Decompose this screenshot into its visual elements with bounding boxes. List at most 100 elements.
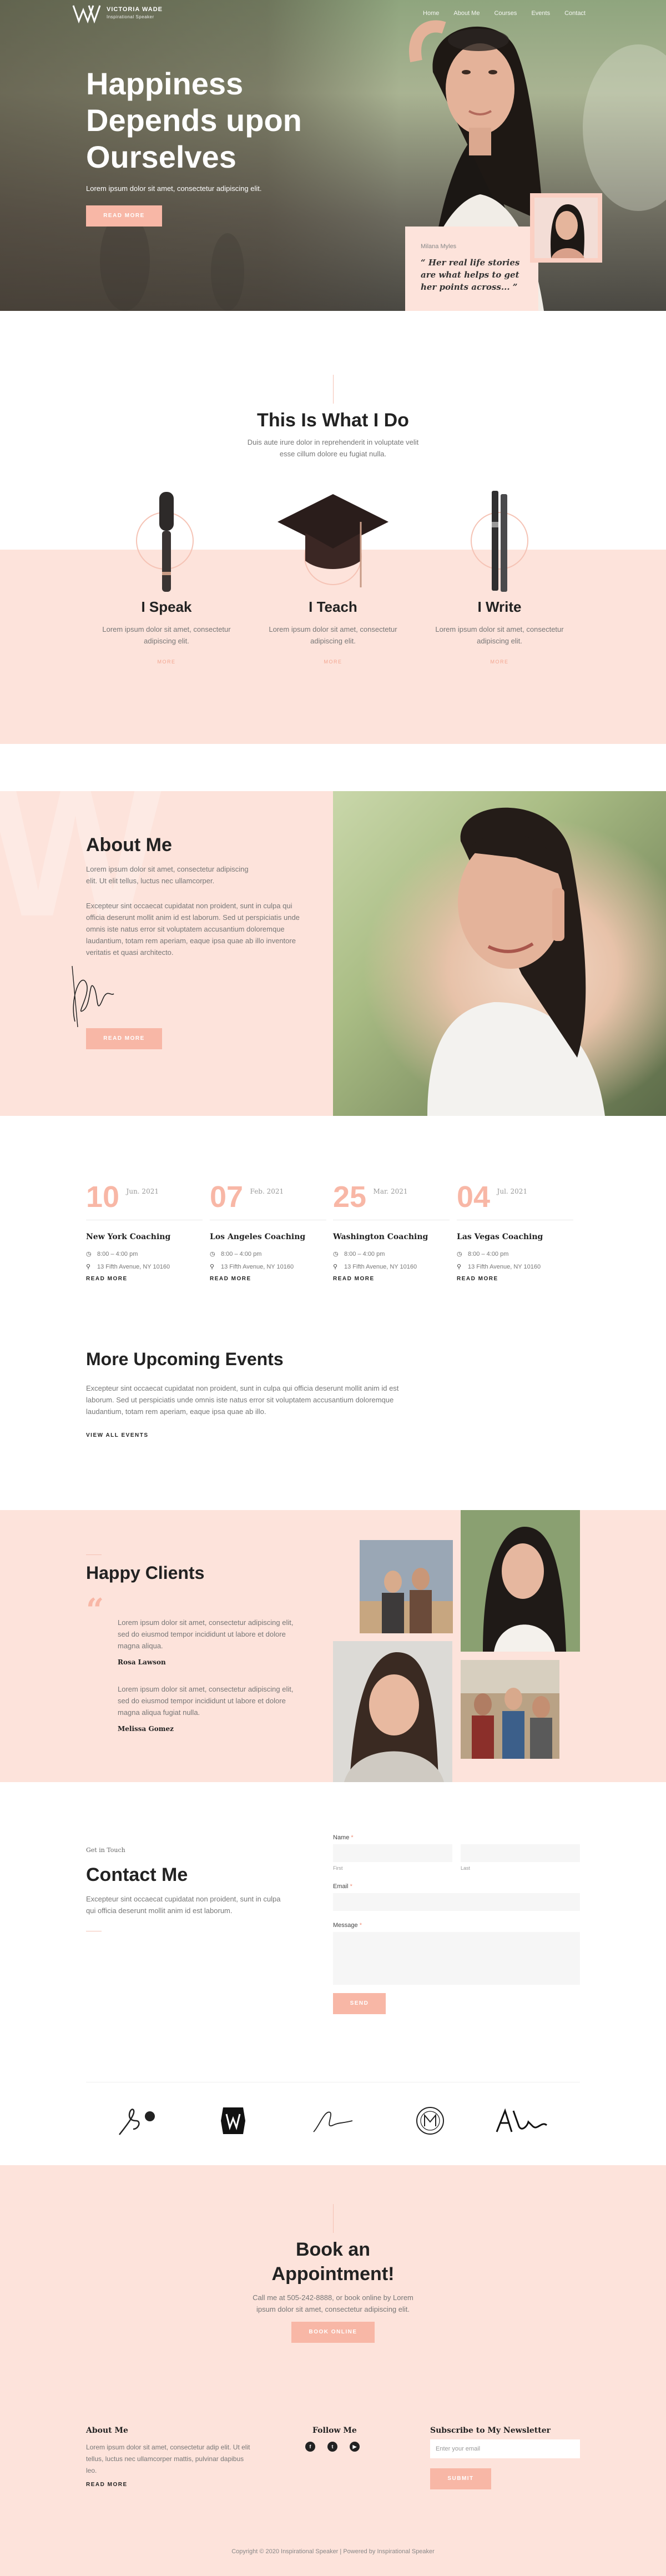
first-name-field[interactable] xyxy=(333,1844,452,1862)
message-label: Message * xyxy=(333,1922,362,1929)
events-section: 10 Jun. 2021 New York Coaching ◷ 8:00 – 4… xyxy=(0,1116,666,1510)
event-time: ◷ 8:00 – 4:00 pm xyxy=(457,1250,573,1257)
footer-read-more-link[interactable]: READ MORE xyxy=(86,2482,128,2488)
event-read-more-link[interactable]: READ MORE xyxy=(86,1276,203,1282)
facebook-icon[interactable]: f xyxy=(305,2442,315,2452)
event-card: 04 Jul. 2021 Las Vegas Coaching ◷ 8:00 – … xyxy=(457,1180,573,1282)
service-write: I Write Lorem ipsum dolor sit amet, cons… xyxy=(433,489,566,665)
nav-item-about[interactable]: About Me xyxy=(453,10,480,17)
partner-logo xyxy=(496,2108,547,2132)
location-pin-icon: ⚲ xyxy=(86,1264,91,1270)
service-speak-more-link[interactable]: MORE xyxy=(100,659,233,665)
event-address: ⚲ 13 Fifth Avenue, NY 10160 xyxy=(333,1263,450,1270)
event-time: ◷ 8:00 – 4:00 pm xyxy=(333,1250,450,1257)
logo-mark-icon xyxy=(72,5,101,23)
booking-text: Call me at 505-242-8888, or book online … xyxy=(253,2293,413,2313)
divider xyxy=(86,1554,102,1555)
about-body: Excepteur sint occaecat cupidatat non pr… xyxy=(86,902,300,957)
event-read-more-link[interactable]: READ MORE xyxy=(457,1276,573,1282)
name-label-text: Name xyxy=(333,1834,350,1841)
brand-name: VICTORIA WADE xyxy=(107,6,163,13)
twitter-icon[interactable]: t xyxy=(327,2442,337,2452)
logos-section xyxy=(0,2082,666,2165)
microphone-icon xyxy=(100,489,233,594)
nav-item-events[interactable]: Events xyxy=(531,10,550,17)
message-label-text: Message xyxy=(333,1922,358,1929)
brand-tagline: Inspirational Speaker xyxy=(107,14,154,19)
location-pin-icon: ⚲ xyxy=(210,1264,215,1270)
hero-title: Happiness Depends upon Ourselves xyxy=(86,66,302,174)
event-card: 07 Feb. 2021 Los Angeles Coaching ◷ 8:00 … xyxy=(210,1180,326,1282)
event-title[interactable]: Los Angeles Coaching xyxy=(210,1232,326,1241)
newsletter-email-input[interactable]: Enter your email xyxy=(430,2439,580,2458)
brand-text: VICTORIA WADE Inspirational Speaker xyxy=(107,6,163,21)
testimonial-author: Melissa Gomez xyxy=(118,1725,174,1733)
testimonial-text: Lorem ipsum dolor sit amet, consectetur … xyxy=(118,1618,294,1650)
event-address-text: 13 Fifth Avenue, NY 10160 xyxy=(468,1264,541,1270)
service-teach: I Teach Lorem ipsum dolor sit amet, cons… xyxy=(266,489,400,665)
event-time-text: 8:00 – 4:00 pm xyxy=(221,1251,262,1257)
event-read-more-link[interactable]: READ MORE xyxy=(333,1276,450,1282)
service-teach-title: I Teach xyxy=(309,598,357,615)
partner-logo xyxy=(119,2109,155,2135)
partner-logo xyxy=(313,2111,353,2132)
about-section: W About Me Lorem ipsum dolor sit amet, c… xyxy=(0,761,666,1116)
site-logo[interactable]: VICTORIA WADE Inspirational Speaker xyxy=(72,3,163,23)
event-address: ⚲ 13 Fifth Avenue, NY 10160 xyxy=(210,1263,326,1270)
clock-icon: ◷ xyxy=(333,1251,339,1257)
client-photo xyxy=(360,1540,453,1633)
location-pin-icon: ⚲ xyxy=(333,1264,338,1270)
email-field[interactable] xyxy=(333,1893,580,1911)
partner-logo xyxy=(221,2107,245,2134)
avatar xyxy=(534,198,598,258)
footer-about-title: About Me xyxy=(86,2426,128,2435)
hero-read-more-button[interactable]: READ MORE xyxy=(86,205,162,227)
hero-background-figure xyxy=(211,233,244,311)
view-all-events-link[interactable]: VIEW ALL EVENTS xyxy=(86,1432,149,1438)
hero-quote-card: Milana Myles “ Her real life stories are… xyxy=(405,227,538,311)
clients-section: Happy Clients “ Lorem ipsum dolor sit am… xyxy=(0,1510,666,1782)
testimonial: Lorem ipsum dolor sit amet, consectetur … xyxy=(118,1683,295,1733)
event-title[interactable]: New York Coaching xyxy=(86,1232,203,1241)
newsletter-submit-button[interactable]: SUBMIT xyxy=(430,2468,491,2489)
event-title[interactable]: Las Vegas Coaching xyxy=(457,1232,573,1241)
service-write-more-link[interactable]: MORE xyxy=(433,659,566,665)
service-teach-more-link[interactable]: MORE xyxy=(266,659,400,665)
quote-author: Milana Myles xyxy=(421,243,457,250)
main-nav: Home About Me Courses Events Contact xyxy=(423,10,586,17)
service-write-title: I Write xyxy=(477,598,522,615)
about-intro: Lorem ipsum dolor sit amet, consectetur … xyxy=(86,865,249,885)
footer-about-text: Lorem ipsum dolor sit amet, consectetur … xyxy=(86,2443,250,2474)
booking-section: Book an Appointment! Call me at 505-242-… xyxy=(0,2165,666,2576)
service-write-text: Lorem ipsum dolor sit amet, consectetur … xyxy=(435,625,564,645)
event-month: Jul. 2021 xyxy=(497,1188,528,1195)
about-photo xyxy=(333,791,666,1116)
service-teach-text: Lorem ipsum dolor sit amet, consectetur … xyxy=(269,625,397,645)
book-online-button[interactable]: BOOK ONLINE xyxy=(291,2322,375,2343)
quote-mark-icon: “ xyxy=(86,1592,104,1628)
nav-item-home[interactable]: Home xyxy=(423,10,439,17)
about-read-more-button[interactable]: READ MORE xyxy=(86,1028,162,1049)
event-title[interactable]: Washington Coaching xyxy=(333,1232,450,1241)
more-events-text: Excepteur sint occaecat cupidatat non pr… xyxy=(86,1384,399,1416)
event-time: ◷ 8:00 – 4:00 pm xyxy=(210,1250,326,1257)
testimonial: Lorem ipsum dolor sit amet, consectetur … xyxy=(118,1617,295,1666)
clock-icon: ◷ xyxy=(457,1251,462,1257)
event-month: Mar. 2021 xyxy=(373,1188,408,1195)
services-section: This Is What I Do Duis aute irure dolor … xyxy=(0,311,666,744)
event-read-more-link[interactable]: READ MORE xyxy=(210,1276,326,1282)
testimonial-author: Rosa Lawson xyxy=(118,1658,166,1666)
required-marker: * xyxy=(351,1834,354,1841)
send-button[interactable]: SEND xyxy=(333,1993,386,2014)
nav-item-contact[interactable]: Contact xyxy=(564,10,586,17)
first-name-hint: First xyxy=(333,1865,343,1871)
nav-item-courses[interactable]: Courses xyxy=(494,10,517,17)
youtube-icon[interactable]: ▶ xyxy=(350,2442,360,2452)
message-textarea[interactable] xyxy=(333,1932,580,1985)
required-marker: * xyxy=(359,1922,362,1929)
event-card: 25 Mar. 2021 Washington Coaching ◷ 8:00 –… xyxy=(333,1180,450,1282)
graduation-cap-icon xyxy=(266,489,400,594)
newsletter-title: Subscribe to My Newsletter xyxy=(430,2426,551,2435)
last-name-field[interactable] xyxy=(461,1844,580,1862)
clients-title: Happy Clients xyxy=(86,1563,205,1583)
